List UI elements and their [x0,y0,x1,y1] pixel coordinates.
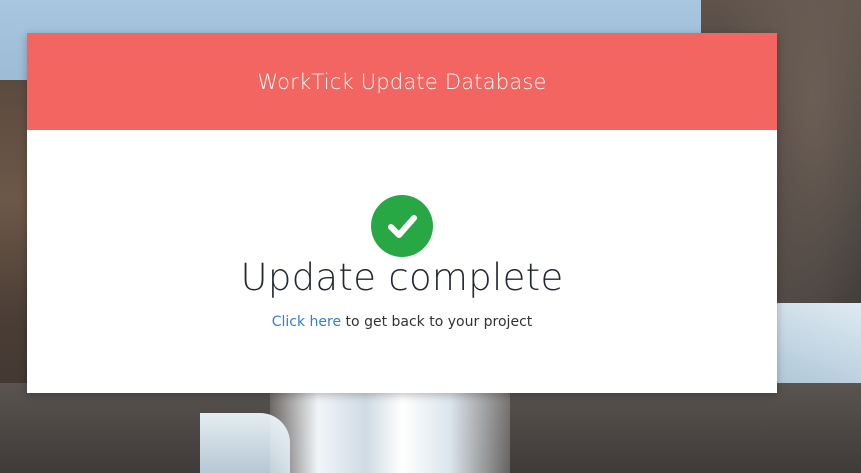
back-to-project-text: Click here to get back to your project [27,314,777,330]
background-waterfall [270,383,510,473]
back-to-project-trailing-text: to get back to your project [341,314,533,330]
card-header: WorkTick Update Database [27,33,777,130]
status-heading: Update complete [240,256,564,299]
back-to-project-link[interactable]: Click here [272,314,341,330]
update-card: WorkTick Update Database Update complete… [27,33,777,393]
card-body: Update complete Click here to get back t… [27,130,777,393]
check-circle-icon [371,195,433,257]
page-title: WorkTick Update Database [257,69,547,94]
